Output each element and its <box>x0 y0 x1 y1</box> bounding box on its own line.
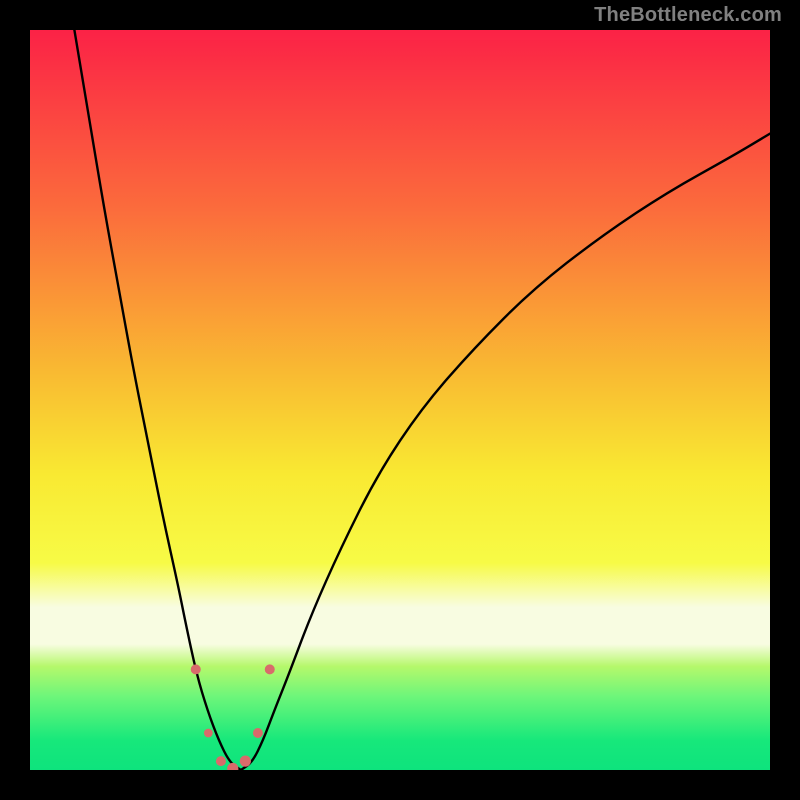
marker-point <box>253 728 263 738</box>
marker-point <box>265 664 275 674</box>
marker-point <box>240 756 251 767</box>
marker-point <box>216 756 226 766</box>
chart-frame: TheBottleneck.com <box>0 0 800 800</box>
attribution-label: TheBottleneck.com <box>594 4 782 27</box>
plot-area <box>30 30 770 770</box>
bottleneck-chart <box>30 30 770 770</box>
marker-point <box>204 729 213 738</box>
gradient-background <box>30 30 770 770</box>
marker-point <box>191 664 201 674</box>
